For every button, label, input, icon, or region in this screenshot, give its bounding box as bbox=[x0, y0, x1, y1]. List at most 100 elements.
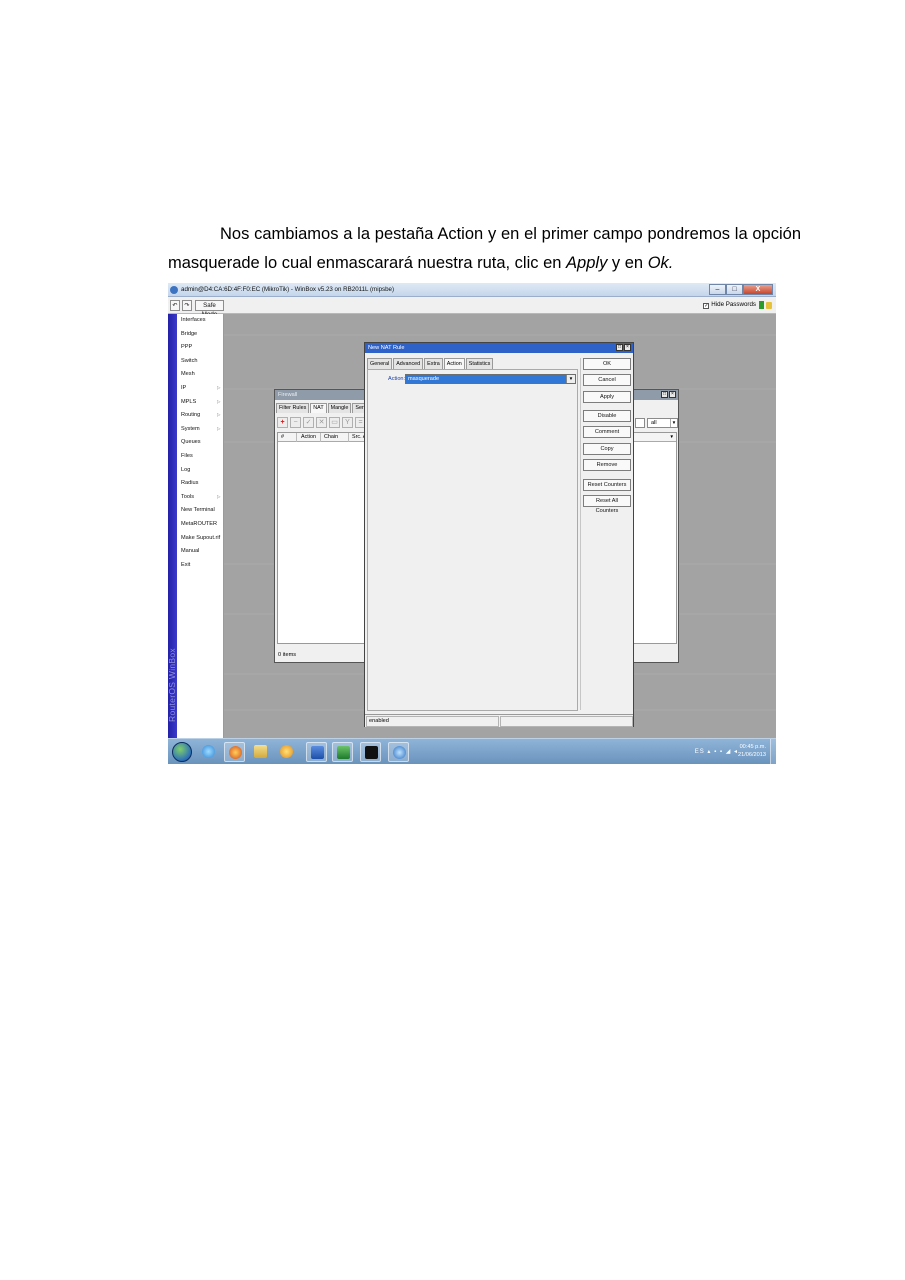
columns-dropdown-icon[interactable]: ▼ bbox=[670, 434, 674, 439]
close-icon[interactable]: X bbox=[743, 284, 773, 295]
nat-tab-action[interactable]: Action bbox=[443, 358, 465, 369]
nat-rule-restore-icon[interactable]: □ bbox=[616, 344, 623, 351]
chevron-down-icon[interactable]: ▼ bbox=[566, 375, 575, 383]
menu-item-radius[interactable]: Radius bbox=[181, 480, 198, 486]
comment-icon[interactable]: ▭ bbox=[329, 417, 340, 428]
action-select[interactable]: masquerade ▼ bbox=[405, 374, 576, 384]
menu-item-manual[interactable]: Manual bbox=[181, 548, 199, 554]
submenu-arrow-icon: ▷ bbox=[217, 425, 221, 431]
taskbar-winbox[interactable] bbox=[388, 742, 409, 762]
remove-button[interactable]: Remove bbox=[583, 459, 631, 471]
taskbar-firefox[interactable] bbox=[224, 742, 245, 762]
nat-rule-close-icon[interactable]: × bbox=[624, 344, 631, 351]
nat-rule-tabs: General Advanced Extra Action Statistics bbox=[367, 358, 494, 369]
nat-rule-statusbar: enabled bbox=[365, 714, 633, 727]
lock-status-icon bbox=[759, 301, 773, 309]
chevron-down-icon[interactable]: ▼ bbox=[670, 419, 677, 427]
disable-icon[interactable]: ✕ bbox=[316, 417, 327, 428]
nat-tab-extra[interactable]: Extra bbox=[424, 358, 443, 369]
col-action[interactable]: Action bbox=[301, 434, 316, 440]
taskbar-clock[interactable]: 00:45 p.m. 21/06/2013 bbox=[730, 743, 766, 759]
firewall-restore-icon[interactable]: □ bbox=[661, 391, 668, 398]
menu-item-files[interactable]: Files bbox=[181, 453, 193, 459]
ok-button[interactable]: OK bbox=[583, 358, 631, 370]
window-titlebar: admin@D4:CA:6D:4F:F0:EC (MikroTik) - Win… bbox=[168, 283, 776, 297]
action-select-value: masquerade bbox=[408, 376, 440, 382]
col-chain[interactable]: Chain bbox=[324, 434, 338, 440]
filter-icon[interactable]: Y bbox=[342, 417, 353, 428]
hide-passwords-toggle[interactable]: ✓ Hide Passwords bbox=[703, 301, 756, 309]
submenu-arrow-icon: ▷ bbox=[217, 398, 221, 404]
window-controls: – □ X bbox=[709, 284, 773, 295]
menu-item-mesh[interactable]: Mesh bbox=[181, 371, 195, 377]
undo-button[interactable]: ↶ bbox=[170, 300, 180, 311]
menu-item-exit[interactable]: Exit bbox=[181, 562, 190, 568]
winbox-toolbar: ↶ ↷ Safe Mode ✓Hide Passwords bbox=[168, 297, 776, 318]
winbox-screenshot: admin@D4:CA:6D:4F:F0:EC (MikroTik) - Win… bbox=[168, 283, 776, 764]
menu-item-queues[interactable]: Queues bbox=[181, 439, 201, 445]
enable-icon[interactable]: ✓ bbox=[303, 417, 314, 428]
nat-tab-statistics[interactable]: Statistics bbox=[465, 358, 494, 369]
add-icon[interactable]: + bbox=[277, 417, 288, 428]
start-button[interactable] bbox=[172, 742, 192, 762]
taskbar-explorer[interactable] bbox=[250, 742, 271, 762]
nat-tab-advanced[interactable]: Advanced bbox=[393, 358, 424, 369]
nat-rule-title: New NAT Rule bbox=[365, 343, 633, 353]
submenu-arrow-icon: ▷ bbox=[217, 493, 221, 499]
taskbar-excel[interactable] bbox=[332, 742, 353, 762]
windows-taskbar: ES ▴ ▪ ▪ ◢ ◂ 00:45 p.m. 21/06/2013 bbox=[168, 738, 776, 764]
action-label: Action: bbox=[388, 376, 406, 382]
firewall-tab-mangle[interactable]: Mangle bbox=[327, 403, 352, 413]
menu-item-bridge[interactable]: Bridge bbox=[181, 331, 197, 337]
redo-button[interactable]: ↷ bbox=[182, 300, 192, 311]
menu-item-mpls[interactable]: MPLS bbox=[181, 399, 196, 405]
firewall-find-input[interactable] bbox=[635, 418, 645, 428]
copy-button[interactable]: Copy bbox=[583, 443, 631, 455]
window-title: admin@D4:CA:6D:4F:F0:EC (MikroTik) - Win… bbox=[181, 286, 395, 293]
submenu-arrow-icon: ▷ bbox=[217, 412, 221, 418]
col-number[interactable]: # bbox=[281, 434, 284, 440]
reset-counters-button[interactable]: Reset Counters bbox=[583, 479, 631, 491]
menu-item-log[interactable]: Log bbox=[181, 467, 190, 473]
minimize-icon[interactable]: – bbox=[709, 284, 726, 295]
menu-item-system[interactable]: System bbox=[181, 426, 200, 432]
menu-item-tools[interactable]: Tools bbox=[181, 494, 194, 500]
menu-item-ppp[interactable]: PPP bbox=[181, 344, 192, 350]
new-nat-rule-dialog: New NAT Rule □ × General Advanced Extra Act… bbox=[364, 342, 634, 727]
cancel-button[interactable]: Cancel bbox=[583, 374, 631, 386]
menu-item-switch[interactable]: Switch bbox=[181, 358, 197, 364]
brand-strip: RouterOS WinBox bbox=[168, 314, 177, 738]
taskbar-cmd[interactable] bbox=[360, 742, 381, 762]
menu-item-make-supout-rif[interactable]: Make Supout.rif bbox=[181, 535, 220, 541]
taskbar-media-player[interactable] bbox=[276, 742, 297, 762]
safe-mode-button[interactable]: Safe Mode bbox=[195, 300, 224, 318]
clock-date: 21/06/2013 bbox=[738, 752, 766, 758]
firewall-tab-filter-rules[interactable]: Filter Rules bbox=[276, 403, 310, 413]
paragraph-text-2: y en bbox=[607, 254, 648, 272]
firewall-close-icon[interactable]: × bbox=[669, 391, 676, 398]
remove-icon[interactable]: − bbox=[290, 417, 301, 428]
comment-button[interactable]: Comment bbox=[583, 426, 631, 438]
apply-button[interactable]: Apply bbox=[583, 391, 631, 403]
submenu-arrow-icon: ▷ bbox=[217, 385, 221, 390]
action-tab-panel: Action: masquerade ▼ bbox=[367, 369, 578, 711]
disable-button[interactable]: Disable bbox=[583, 410, 631, 422]
paragraph-ok: Ok. bbox=[647, 254, 674, 272]
menu-item-new-terminal[interactable]: New Terminal bbox=[181, 507, 215, 513]
menu-item-metarouter[interactable]: MetaROUTER bbox=[181, 521, 217, 527]
firewall-tab-nat[interactable]: NAT bbox=[310, 403, 327, 413]
taskbar-internet-explorer[interactable] bbox=[198, 742, 219, 762]
paragraph-text-1: Nos cambiamos a la pestaña Action y en e… bbox=[168, 225, 801, 272]
instruction-paragraph: Nos cambiamos a la pestaña Action y en e… bbox=[168, 220, 801, 278]
reset-all-counters-button[interactable]: Reset All Counters bbox=[583, 495, 631, 514]
taskbar-word[interactable] bbox=[306, 742, 327, 762]
show-desktop-button[interactable] bbox=[770, 739, 776, 764]
hide-passwords-checkbox[interactable]: ✓ bbox=[703, 303, 710, 309]
status-secondary bbox=[500, 716, 633, 727]
menu-item-interfaces[interactable]: Interfaces bbox=[181, 317, 206, 323]
menu-item-routing[interactable]: Routing bbox=[181, 412, 200, 418]
nat-tab-general[interactable]: General bbox=[367, 358, 393, 369]
maximize-icon[interactable]: □ bbox=[726, 284, 743, 295]
menu-item-ip[interactable]: IP bbox=[181, 385, 186, 391]
firewall-filter-select[interactable]: all ▼ bbox=[647, 418, 678, 428]
